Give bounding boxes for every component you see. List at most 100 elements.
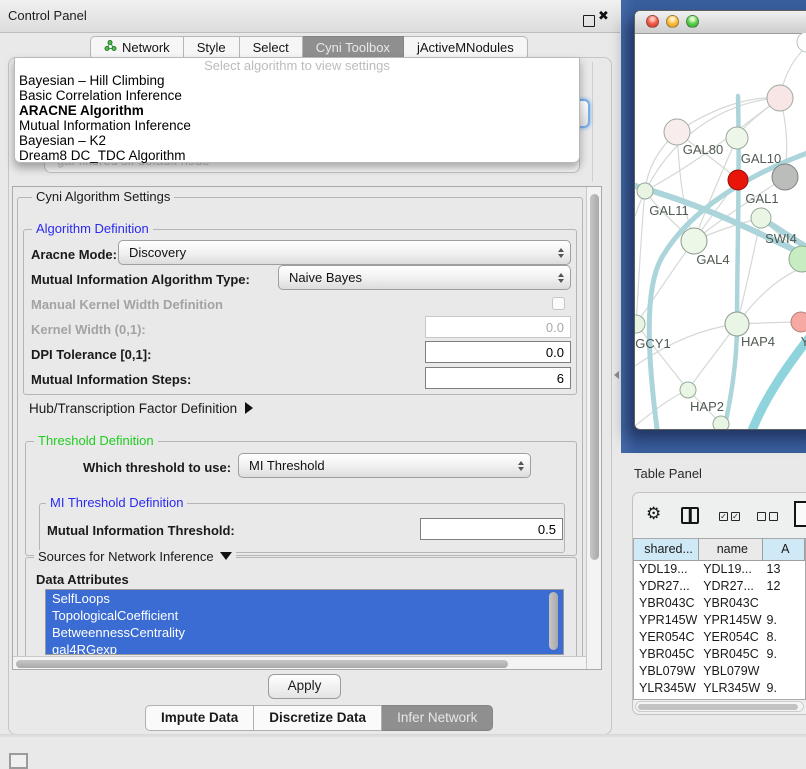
mi-steps-field[interactable] (425, 367, 571, 389)
table-row[interactable]: YBL079WYBL079W (634, 663, 805, 680)
mi-type-combo[interactable]: Naive Bayes (278, 265, 571, 290)
collapse-arrow-icon[interactable] (220, 552, 232, 560)
network-node[interactable] (726, 127, 748, 149)
table-row[interactable]: YBR043CYBR043C (634, 595, 805, 612)
network-node[interactable] (772, 164, 798, 190)
kernel-width-label: Kernel Width (0,1): (31, 322, 146, 337)
attribute-item[interactable]: SelfLoops (46, 590, 563, 607)
column-header-name[interactable]: name (699, 539, 762, 560)
network-node[interactable] (637, 183, 653, 199)
mi-type-label: Mutual Information Algorithm Type: (31, 272, 250, 287)
hide-columns-icon[interactable] (757, 512, 778, 521)
aracne-mode-combo[interactable]: Discovery (118, 240, 571, 265)
which-threshold-combo[interactable]: MI Threshold (238, 453, 531, 478)
network-node[interactable] (681, 228, 707, 254)
tab-label: Cyni Toolbox (316, 37, 390, 59)
table-row[interactable]: YBR045CYBR045C9. (634, 646, 805, 663)
node-label: GAL1 (745, 191, 778, 206)
tab-label: Select (253, 37, 289, 59)
tab-infer-network[interactable]: Infer Network (382, 705, 493, 731)
table-row[interactable]: YLR345WYLR345W9. (634, 680, 805, 697)
table-cell: 9. (763, 680, 805, 697)
table-cell: YBR043C (634, 595, 699, 612)
network-node[interactable] (751, 208, 771, 228)
minimized-panel-icon[interactable] (9, 753, 28, 769)
float-panel-icon[interactable] (583, 15, 595, 27)
table-cell: 12 (763, 578, 805, 595)
mi-steps-label: Mutual Information Steps: (31, 372, 191, 387)
tab-impute-data[interactable]: Impute Data (145, 705, 254, 731)
table-row[interactable]: YIL052CYIL052C9 (634, 697, 805, 700)
network-node[interactable] (797, 33, 806, 52)
column-header-shared-[interactable]: shared... (634, 539, 699, 560)
kernel-width-field[interactable] (425, 316, 571, 338)
horizontal-scrollbar[interactable] (13, 656, 586, 670)
network-node[interactable] (791, 312, 806, 332)
network-edge[interactable] (635, 390, 688, 426)
show-columns-icon[interactable]: ✓ ✓ (719, 512, 740, 521)
table-cell: YDL19... (699, 561, 762, 578)
close-panel-icon[interactable]: ✖ (598, 8, 609, 24)
mi-threshold-field[interactable] (420, 518, 563, 540)
close-window-button[interactable] (646, 15, 659, 28)
network-node[interactable] (725, 312, 749, 336)
attribute-list-scrollbar[interactable] (549, 592, 558, 650)
network-edge[interactable] (636, 324, 688, 390)
checked-box-icon: ✓ (731, 512, 740, 521)
network-node[interactable] (713, 416, 729, 429)
minimize-window-button[interactable] (666, 15, 679, 28)
attribute-item[interactable]: BetweennessCentrality (46, 624, 563, 641)
network-canvas[interactable]: GAL80GAL10GAL1GAL11SWI4GAL4GCY1HAP4YHAP2 (635, 33, 806, 429)
table-row[interactable]: YER054CYER054C8. (634, 629, 805, 646)
dropdown-item[interactable]: ARACNE Algorithm (15, 103, 579, 118)
tab-label: Style (197, 37, 226, 59)
table-row[interactable]: YDR27...YDR27...12 (634, 578, 805, 595)
network-node[interactable] (767, 85, 793, 111)
column-layout-icon[interactable] (681, 507, 699, 524)
dpi-tolerance-field[interactable] (425, 341, 571, 363)
zoom-window-button[interactable] (686, 15, 699, 28)
table-cell: YPR145W (699, 612, 762, 629)
combo-arrows-icon (552, 273, 570, 283)
combo-value: Discovery (119, 245, 552, 260)
gear-icon[interactable]: ⚙ (646, 504, 661, 524)
table-row[interactable]: YPR145WYPR145W9. (634, 612, 805, 629)
apply-button[interactable]: Apply (268, 674, 341, 699)
dropdown-item[interactable]: Bayesian – Hill Climbing (15, 73, 579, 88)
unchecked-box-icon (769, 512, 778, 521)
dropdown-item[interactable]: Basic Correlation Inference (15, 88, 579, 103)
network-node[interactable] (680, 382, 696, 398)
manual-kernel-checkbox[interactable] (552, 297, 565, 310)
table-row[interactable]: YDL19...YDL19...13 (634, 561, 805, 578)
network-view-window: GAL80GAL10GAL1GAL11SWI4GAL4GCY1HAP4YHAP2 (634, 10, 806, 430)
group-title: Threshold Definition (34, 434, 158, 448)
network-edge[interactable] (649, 151, 806, 429)
combo-arrows-icon (552, 248, 570, 258)
network-node[interactable] (728, 170, 748, 190)
data-attributes-label: Data Attributes (36, 572, 129, 587)
tab-discretize-data[interactable]: Discretize Data (254, 705, 382, 731)
aracne-mode-label: Aracne Mode: (31, 247, 117, 262)
dropdown-item[interactable]: Bayesian – K2 (15, 133, 579, 148)
settings-scroll-pane: Cyni Algorithm Settings Algorithm Defini… (12, 186, 602, 670)
group-title: MI Threshold Definition (46, 496, 187, 510)
attribute-item[interactable]: gal4RGexp (46, 641, 563, 655)
which-threshold-label: Which threshold to use: (83, 460, 231, 475)
network-node[interactable] (635, 315, 645, 333)
hub-definition-toggle[interactable]: Hub/Transcription Factor Definition (29, 401, 253, 416)
dropdown-item[interactable]: Mutual Information Inference (15, 118, 579, 133)
vertical-scrollbar-thumb[interactable] (590, 194, 599, 560)
network-edge[interactable] (635, 181, 806, 259)
table-scrollbar-thumb[interactable] (638, 704, 798, 710)
panel-splitter-arrow[interactable] (614, 371, 619, 379)
document-icon[interactable] (794, 501, 806, 527)
table-horizontal-scrollbar[interactable] (635, 701, 804, 712)
sources-title-label: Sources for Network Inference (38, 549, 214, 564)
network-edge[interactable] (677, 98, 780, 132)
vertical-scrollbar[interactable] (586, 187, 602, 669)
horizontal-scrollbar-thumb[interactable] (16, 660, 508, 668)
attribute-item[interactable]: TopologicalCoefficient (46, 607, 563, 624)
column-header-a[interactable]: A (763, 539, 806, 560)
data-attributes-list[interactable]: SelfLoopsTopologicalCoefficientBetweenne… (45, 589, 564, 655)
dropdown-item[interactable]: Dream8 DC_TDC Algorithm (15, 148, 579, 163)
